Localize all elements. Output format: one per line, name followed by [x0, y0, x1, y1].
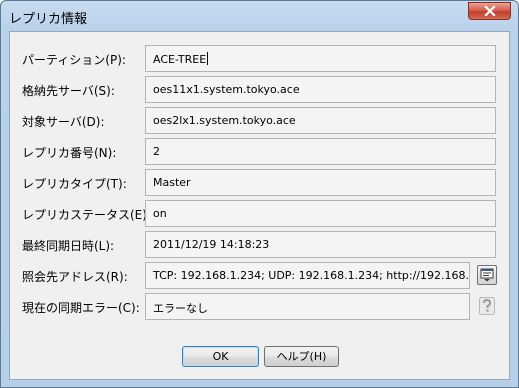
replica-status-row: レプリカステータス(E): on [10, 200, 509, 227]
replica-type-field[interactable]: Master [145, 169, 496, 196]
partition-value: ACE-TREE [153, 53, 207, 66]
host-server-label: 格納先サーバ(S): [22, 84, 115, 98]
last-sync-field[interactable]: 2011/12/19 14:18:23 [145, 231, 496, 258]
last-sync-label: 最終同期日時(L): [22, 239, 115, 253]
sync-error-field[interactable]: エラーなし [145, 293, 470, 320]
sync-error-row: 現在の同期エラー(C): エラーなし [10, 293, 509, 320]
last-sync-row: 最終同期日時(L): 2011/12/19 14:18:23 [10, 231, 509, 258]
replica-number-field[interactable]: 2 [145, 138, 496, 165]
ok-button[interactable]: OK [182, 346, 259, 367]
replica-number-row: レプリカ番号(N): 2 [10, 138, 509, 165]
question-icon [479, 297, 495, 315]
referral-address-label: 照会先アドレス(R): [22, 270, 128, 284]
replica-type-row: レプリカタイプ(T): Master [10, 169, 509, 196]
window-title: レプリカ情報 [9, 12, 88, 27]
title-bar: レプリカ情報 [1, 1, 518, 31]
address-list-icon [480, 268, 494, 282]
text-caret [207, 52, 209, 65]
target-server-field[interactable]: oes2lx1.system.tokyo.ace [145, 107, 496, 134]
replica-number-label: レプリカ番号(N): [22, 146, 117, 160]
sync-error-label: 現在の同期エラー(C): [22, 301, 140, 315]
close-button[interactable] [468, 2, 511, 20]
sync-error-help-button[interactable] [477, 296, 497, 316]
close-icon [483, 6, 496, 16]
replica-status-field[interactable]: on [145, 200, 496, 227]
dialog-body: パーティション(P): ACE-TREE 格納先サーバ(S): oes11x1.… [9, 31, 510, 380]
replica-info-dialog: レプリカ情報 パーティション(P): ACE-TREE 格納先サーバ(S): o… [0, 0, 519, 388]
partition-row: パーティション(P): ACE-TREE [10, 45, 509, 72]
host-server-row: 格納先サーバ(S): oes11x1.system.tokyo.ace [10, 76, 509, 103]
partition-field[interactable]: ACE-TREE [145, 45, 496, 72]
help-button[interactable]: ヘルプ(H) [264, 346, 339, 367]
host-server-field[interactable]: oes11x1.system.tokyo.ace [145, 76, 496, 103]
replica-status-label: レプリカステータス(E): [22, 208, 151, 222]
referral-address-row: 照会先アドレス(R): TCP: 192.168.1.234; UDP: 192… [10, 262, 509, 289]
referral-address-field[interactable]: TCP: 192.168.1.234; UDP: 192.168.1.234; … [145, 262, 470, 289]
address-list-button[interactable] [477, 265, 497, 285]
partition-label: パーティション(P): [22, 53, 126, 67]
target-server-label: 対象サーバ(D): [22, 115, 105, 129]
replica-type-label: レプリカタイプ(T): [22, 177, 127, 191]
target-server-row: 対象サーバ(D): oes2lx1.system.tokyo.ace [10, 107, 509, 134]
